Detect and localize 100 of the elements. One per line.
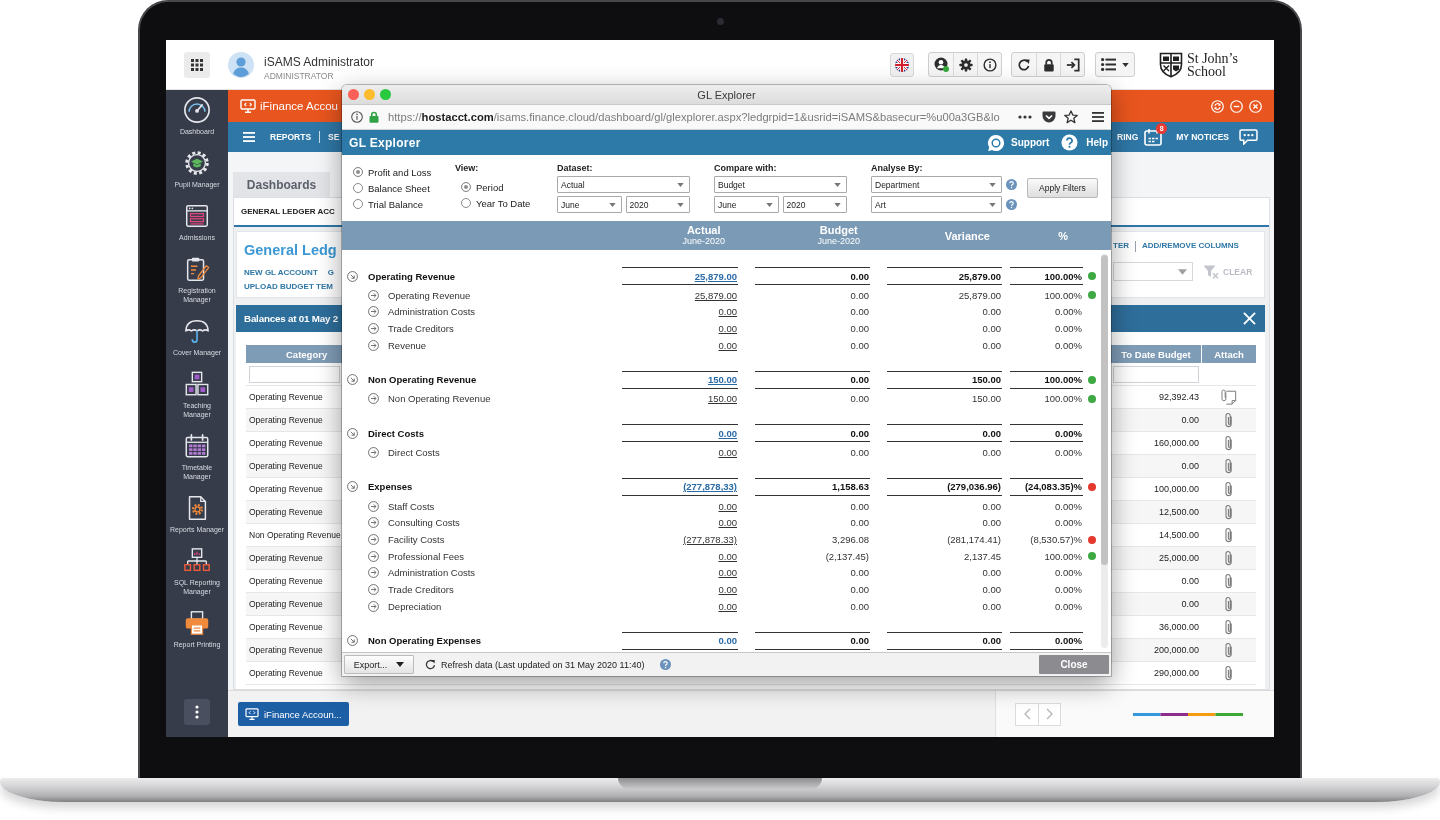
arrow-circle-icon[interactable]: [368, 393, 379, 405]
arrow-circle-icon[interactable]: [368, 567, 379, 579]
close-icon[interactable]: [1249, 99, 1262, 113]
action-link[interactable]: ADD/REMOVE COLUMNS: [1142, 239, 1239, 253]
dropdown[interactable]: Art: [871, 196, 1002, 213]
amount-link[interactable]: 0.00: [718, 635, 737, 647]
radio-button[interactable]: [353, 199, 363, 209]
amount-link[interactable]: 150.00: [707, 393, 738, 405]
minimize-icon[interactable]: [1230, 99, 1243, 113]
amount-link[interactable]: 0.00: [718, 600, 738, 612]
arrow-circle-icon[interactable]: [368, 500, 379, 512]
radio-button[interactable]: [353, 167, 363, 177]
arrow-circle-icon[interactable]: [368, 306, 379, 318]
info-icon: [982, 57, 997, 72]
amount-link[interactable]: (277,878.33): [683, 534, 738, 546]
amount-link[interactable]: 25,879.00: [694, 270, 737, 282]
export-button[interactable]: Export...: [344, 655, 414, 674]
dropdown[interactable]: 2020: [782, 196, 847, 213]
arrow-circle-icon[interactable]: [368, 323, 379, 335]
amount-link[interactable]: 25,879.00: [694, 289, 738, 301]
help-icon[interactable]: [660, 659, 672, 670]
help-button[interactable]: Help: [1061, 134, 1108, 151]
amount-link[interactable]: 0.00: [718, 306, 738, 318]
amount: 0.00%: [1055, 600, 1083, 612]
action-link[interactable]: TER: [1113, 239, 1129, 253]
more-icon[interactable]: [1018, 115, 1032, 119]
action-link[interactable]: G: [327, 266, 334, 280]
nav-link[interactable]: SE: [328, 132, 340, 142]
amount-link[interactable]: 0.00: [718, 567, 738, 579]
more-button[interactable]: [184, 699, 210, 725]
window-close-button[interactable]: [348, 89, 359, 100]
apps-button[interactable]: [184, 51, 210, 78]
radio-button[interactable]: [353, 183, 363, 193]
chat-icon[interactable]: [1239, 129, 1258, 145]
arrow-circle-icon[interactable]: [368, 447, 379, 459]
radio-button[interactable]: [461, 198, 471, 208]
arrow-circle-icon[interactable]: [368, 339, 379, 351]
nav-link[interactable]: REPORTS: [270, 132, 312, 142]
amount-link[interactable]: 0.00: [718, 517, 738, 529]
action-link[interactable]: UPLOAD BUDGET TEM: [244, 280, 333, 294]
amount-link[interactable]: 150.00: [707, 374, 737, 386]
dropdown[interactable]: Actual: [557, 176, 690, 193]
amount-link[interactable]: 0.00: [718, 339, 738, 351]
column-subheader: June-2020: [682, 236, 725, 247]
amount-link[interactable]: 0.00: [718, 584, 738, 596]
amount-link[interactable]: (277,878,33): [683, 481, 737, 493]
action-link[interactable]: NEW GL ACCOUNT: [244, 266, 318, 280]
help-icon[interactable]: [1006, 179, 1017, 190]
arrow-circle-icon[interactable]: [368, 550, 379, 562]
filter-field[interactable]: [1113, 365, 1199, 383]
scrollbar[interactable]: [1101, 254, 1108, 648]
info-icon[interactable]: [351, 111, 363, 123]
refresh-icon[interactable]: [425, 659, 436, 670]
user-role: ADMINISTRATOR: [264, 70, 335, 82]
support-button[interactable]: Support: [987, 133, 1050, 152]
amount-link[interactable]: 0.00: [718, 323, 738, 335]
arrow-circle-icon[interactable]: [368, 534, 379, 546]
star-icon[interactable]: [1064, 110, 1078, 124]
amount: 0.00%: [1055, 500, 1083, 512]
arrow-circle-icon[interactable]: [368, 584, 379, 596]
arrow-circle-icon[interactable]: [368, 289, 379, 301]
arrow-circle-icon[interactable]: [368, 600, 379, 612]
account-label: Non Operating Revenue: [388, 393, 491, 405]
nav-link[interactable]: MY NOTICES: [1176, 132, 1229, 142]
scrollbar-thumb[interactable]: [1101, 255, 1108, 565]
amount-link[interactable]: 0.00: [718, 447, 738, 459]
dropdown[interactable]: June: [557, 196, 622, 213]
taskbar-button[interactable]: iFinance Accoun...: [238, 702, 349, 726]
column-header: Budget: [819, 224, 858, 236]
paperclip-icon: [1223, 595, 1234, 613]
dropdown[interactable]: June: [714, 196, 779, 213]
table-cell: 25,879.00: [887, 267, 1002, 285]
address-field[interactable]: https://hostacct.com/isams.finance.cloud/dashboard/gl/glexplorer.aspx?ledgrpid=1&usrid=iSAMS&basecur=%u00a3GB&lo: [388, 111, 1000, 123]
close-icon[interactable]: [1243, 312, 1256, 325]
dropdown[interactable]: 2020: [625, 196, 690, 213]
help-icon: [1061, 134, 1079, 151]
help-icon[interactable]: [1006, 199, 1017, 210]
list-menu-button[interactable]: [1095, 52, 1135, 77]
arrow-circle-icon[interactable]: [368, 517, 379, 529]
apply-filters-button[interactable]: Apply Filters: [1027, 178, 1098, 198]
dropdown[interactable]: Department: [871, 176, 1002, 193]
diagonal-arrow-circle-icon[interactable]: [347, 427, 358, 439]
list-icon: [1101, 58, 1116, 71]
menu-icon[interactable]: [1092, 112, 1104, 122]
diagonal-arrow-circle-icon[interactable]: [347, 374, 358, 386]
diagonal-arrow-circle-icon[interactable]: [347, 481, 358, 493]
dropdown[interactable]: Budget: [714, 176, 847, 193]
amount-link[interactable]: 0.00: [718, 550, 738, 562]
diagonal-arrow-circle-icon[interactable]: [347, 270, 358, 282]
amount-link[interactable]: 0.00: [718, 500, 738, 512]
tab[interactable]: Dashboards: [233, 172, 330, 197]
calendar-icon[interactable]: [1144, 128, 1163, 146]
diagonal-arrow-circle-icon[interactable]: [347, 635, 358, 647]
radio-button[interactable]: [461, 182, 471, 192]
shield-chevron-icon[interactable]: [1042, 111, 1056, 123]
amount-link[interactable]: 0.00: [718, 427, 737, 439]
sub-tab[interactable]: GENERAL LEDGER ACC: [241, 207, 335, 216]
filter-field[interactable]: [249, 365, 340, 383]
nav-link[interactable]: RING: [1117, 132, 1139, 142]
language-button[interactable]: [890, 52, 914, 77]
